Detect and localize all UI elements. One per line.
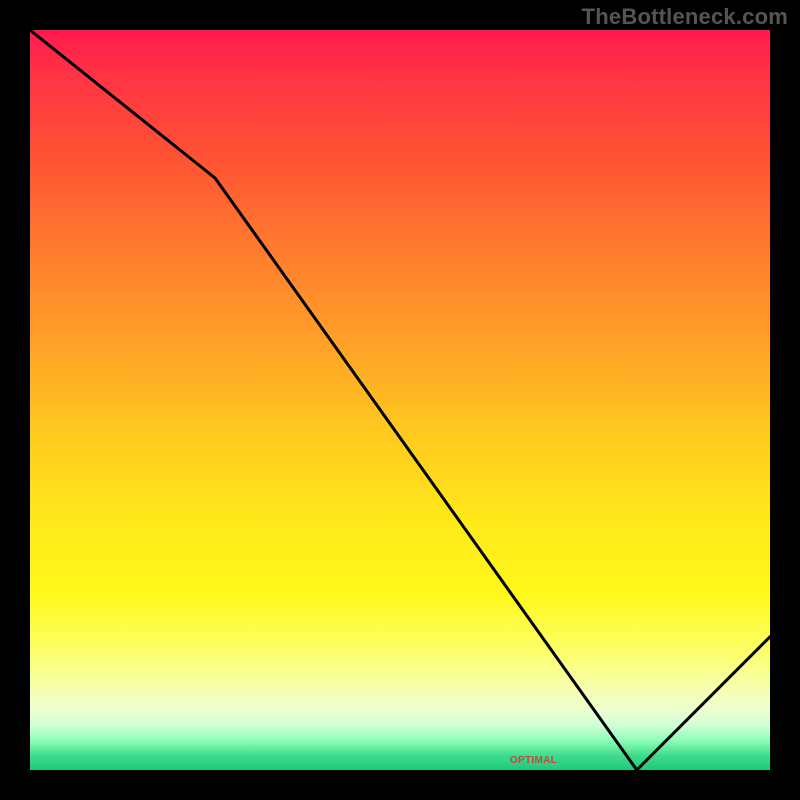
optimal-label: OPTIMAL	[510, 755, 557, 766]
bottleneck-curve	[30, 30, 770, 770]
chart-plot-area: OPTIMAL	[30, 30, 770, 770]
attribution-text: TheBottleneck.com	[582, 4, 788, 30]
